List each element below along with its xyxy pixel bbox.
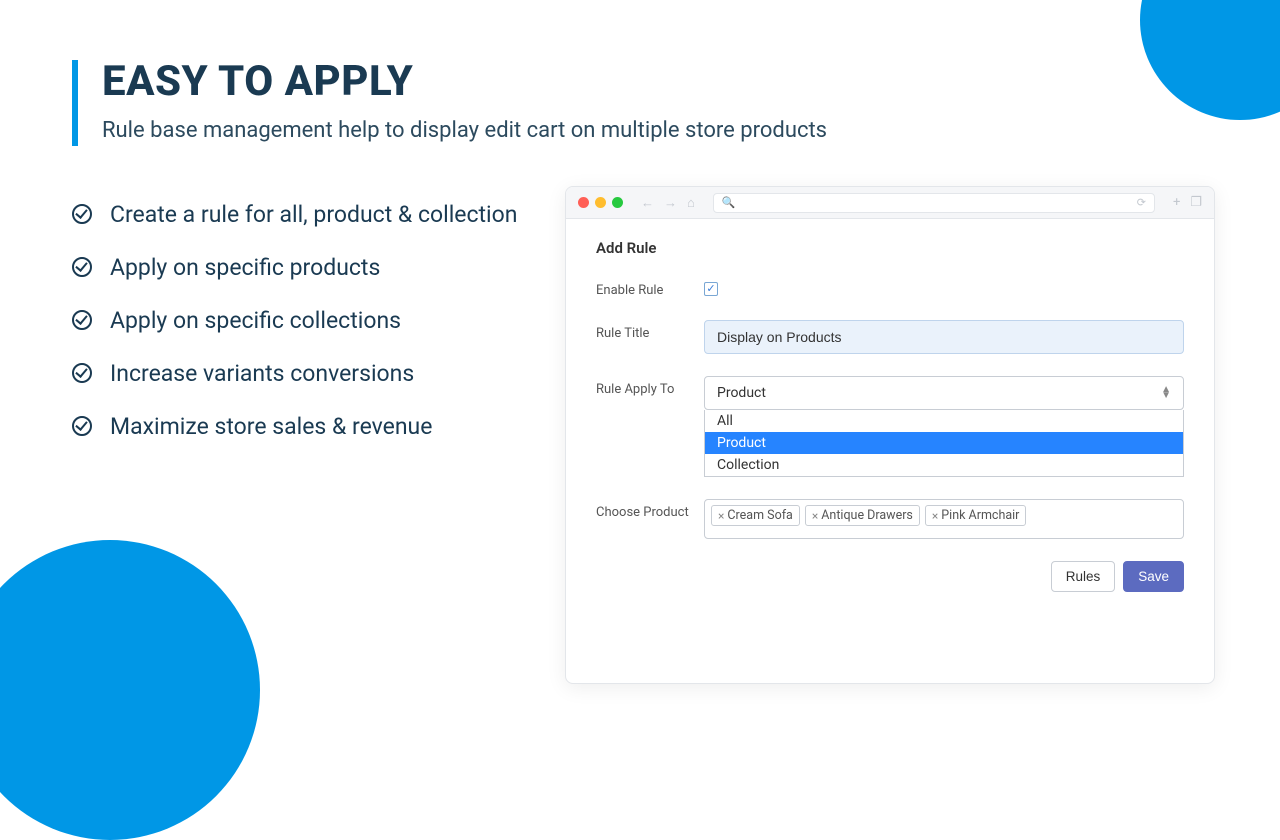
home-icon[interactable]: ⌂ [687,195,695,211]
list-item: Apply on specific collections [72,307,542,334]
rules-button[interactable]: Rules [1051,561,1116,592]
choose-product-label: Choose Product [596,499,704,520]
product-tag[interactable]: ×Pink Armchair [925,505,1027,526]
choose-product-input[interactable]: ×Cream Sofa ×Antique Drawers ×Pink Armch… [704,499,1184,539]
rule-title-input[interactable] [704,320,1184,354]
apply-to-select[interactable]: Product ▲▼ [704,376,1184,410]
forward-icon[interactable]: → [664,195,677,211]
decor-blob-bottom [0,540,260,840]
rule-title-label: Rule Title [596,320,704,341]
tag-label: Antique Drawers [821,508,913,523]
close-icon[interactable] [578,197,589,208]
list-item: Maximize store sales & revenue [72,413,542,440]
list-item-label: Apply on specific collections [110,307,401,334]
window-controls [578,197,623,208]
list-item-label: Create a rule for all, product & collect… [110,201,517,228]
search-icon: 🔍 [722,196,736,209]
header-block: EASY TO APPLY Rule base management help … [72,60,542,146]
list-item-label: Increase variants conversions [110,360,414,387]
browser-toolbar: ← → ⌂ 🔍 ⟳ + ❐ [566,187,1214,219]
tag-label: Cream Sofa [727,508,792,523]
tabs-icon[interactable]: ❐ [1190,195,1202,210]
maximize-icon[interactable] [612,197,623,208]
chevron-updown-icon: ▲▼ [1161,387,1171,399]
list-item: Apply on specific products [72,254,542,281]
check-icon [72,363,92,383]
list-item: Increase variants conversions [72,360,542,387]
page-title: EASY TO APPLY [102,60,542,104]
dropdown-option-collection[interactable]: Collection [705,454,1183,476]
remove-tag-icon[interactable]: × [718,509,724,523]
list-item-label: Maximize store sales & revenue [110,413,432,440]
apply-to-label: Rule Apply To [596,376,704,397]
dropdown-option-product[interactable]: Product [705,432,1183,454]
url-bar[interactable]: 🔍 ⟳ [713,193,1155,213]
panel-title: Add Rule [596,239,1184,257]
select-value: Product [717,385,766,401]
check-icon [72,204,92,224]
product-tag[interactable]: ×Cream Sofa [711,505,800,526]
browser-window: ← → ⌂ 🔍 ⟳ + ❐ Add Rule Enable Rule ✓ Rul… [565,186,1215,684]
enable-rule-label: Enable Rule [596,277,704,298]
apply-to-dropdown: All Product Collection [704,410,1184,477]
minimize-icon[interactable] [595,197,606,208]
list-item-label: Apply on specific products [110,254,380,281]
decor-blob-top [1140,0,1280,120]
list-item: Create a rule for all, product & collect… [72,201,542,228]
page-subtitle: Rule base management help to display edi… [102,116,882,146]
back-icon[interactable]: ← [641,195,654,211]
enable-rule-checkbox[interactable]: ✓ [704,282,718,296]
refresh-icon[interactable]: ⟳ [1137,196,1146,209]
product-tag[interactable]: ×Antique Drawers [805,505,920,526]
check-icon [72,257,92,277]
remove-tag-icon[interactable]: × [812,509,818,523]
save-button[interactable]: Save [1123,561,1184,592]
dropdown-option-all[interactable]: All [705,410,1183,432]
add-tab-icon[interactable]: + [1173,195,1180,210]
check-icon [72,416,92,436]
feature-list: Create a rule for all, product & collect… [72,201,542,440]
check-icon [72,310,92,330]
remove-tag-icon[interactable]: × [932,509,938,523]
tag-label: Pink Armchair [941,508,1019,523]
